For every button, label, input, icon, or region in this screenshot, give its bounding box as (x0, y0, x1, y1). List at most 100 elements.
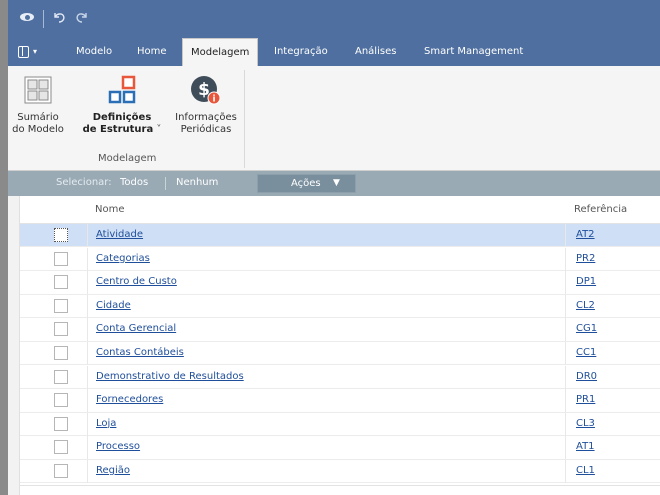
redo-icon[interactable] (74, 9, 90, 28)
app-eye-icon[interactable] (20, 11, 34, 22)
name-link[interactable]: Conta Gerencial (96, 323, 176, 334)
reference-cell: PR2 (565, 247, 660, 271)
select-label: Selecionar: (56, 177, 112, 188)
name-cell: Processo (87, 436, 567, 460)
table-row[interactable]: Fornecedores PR1 (20, 389, 660, 413)
periodic-label-2: Periódicas (180, 124, 232, 135)
name-link[interactable]: Cidade (96, 300, 131, 311)
tab-integracao[interactable]: Integração (274, 38, 328, 66)
reference-cell: CL1 (565, 460, 660, 483)
reference-link[interactable]: DP1 (576, 276, 596, 287)
title-bar (8, 0, 660, 38)
name-link[interactable]: Fornecedores (96, 394, 163, 405)
selection-toolbar: Selecionar: Todos Nenhum Ações ▼ (8, 171, 660, 196)
reference-link[interactable]: CL1 (576, 465, 595, 476)
row-checkbox[interactable] (54, 298, 68, 313)
name-link[interactable]: Centro de Custo (96, 276, 177, 287)
table-row[interactable]: Demonstrativo de Resultados DR0 (20, 365, 660, 389)
select-all-link[interactable]: Todos (120, 177, 148, 188)
grid-bottom-border (20, 485, 660, 486)
structure-definitions-button[interactable]: Definições de Estrutura ˅ (74, 66, 170, 136)
name-cell: Categorias (87, 247, 567, 271)
periodic-info-button[interactable]: $ i Informações Periódicas (170, 66, 242, 136)
summary-label-1: Sumário (17, 112, 59, 123)
name-link[interactable]: Categorias (96, 253, 150, 264)
ribbon-group-divider (244, 70, 245, 168)
periodic-label-1: Informações (175, 112, 237, 123)
reference-link[interactable]: CL3 (576, 418, 595, 429)
reference-cell: CC1 (565, 342, 660, 365)
row-checkbox[interactable] (54, 440, 68, 455)
tab-home[interactable]: Home (137, 38, 167, 66)
ribbon-tab-bar: ▾ Modelo Home Modelagem Integração Análi… (8, 38, 660, 66)
table-row[interactable]: Cidade CL2 (20, 294, 660, 319)
structure-label-2: de Estrutura ˅ (82, 124, 162, 135)
reference-cell: CL3 (565, 412, 660, 436)
name-cell: Atividade (87, 224, 567, 247)
tab-modelagem[interactable]: Modelagem (182, 38, 259, 66)
summary-model-button[interactable]: Sumário do Modelo (8, 66, 68, 136)
name-link[interactable]: Loja (96, 418, 116, 429)
table-row[interactable]: Categorias PR2 (20, 247, 660, 271)
tab-analises[interactable]: Análises (355, 38, 396, 66)
reference-cell: CG1 (565, 318, 660, 342)
grid-gutter (8, 196, 20, 495)
table-row[interactable]: Conta Gerencial CG1 (20, 318, 660, 342)
select-none-link[interactable]: Nenhum (176, 177, 218, 188)
reference-link[interactable]: PR2 (576, 253, 595, 264)
actions-label: Ações (291, 178, 321, 189)
name-cell: Cidade (87, 294, 567, 318)
row-checkbox[interactable] (54, 228, 68, 242)
name-link[interactable]: Região (96, 465, 130, 476)
summary-label-2: do Modelo (12, 124, 64, 135)
reference-cell: PR1 (565, 389, 660, 413)
reference-link[interactable]: DR0 (576, 371, 597, 382)
structure-label-1: Definições (92, 112, 152, 123)
reference-cell: CL2 (565, 294, 660, 318)
chevron-down-icon: ▾ (33, 47, 38, 56)
table-row[interactable]: Centro de Custo DP1 (20, 271, 660, 295)
table-row[interactable]: Atividade AT2 (20, 224, 660, 248)
summary-grid-icon (24, 76, 52, 104)
table-row[interactable]: Contas Contábeis CC1 (20, 342, 660, 366)
row-checkbox[interactable] (54, 275, 68, 290)
reference-link[interactable]: AT2 (576, 229, 595, 240)
reference-cell: DP1 (565, 271, 660, 295)
reference-link[interactable]: CC1 (576, 347, 596, 358)
tab-smart-management[interactable]: Smart Management (424, 38, 523, 66)
reference-link[interactable]: AT1 (576, 441, 595, 452)
panel-toggle-button[interactable]: ▾ (18, 46, 40, 59)
name-link[interactable]: Contas Contábeis (96, 347, 184, 358)
tab-modelo[interactable]: Modelo (76, 38, 112, 66)
reference-link[interactable]: PR1 (576, 394, 595, 405)
selection-divider (165, 177, 166, 190)
ribbon-group-label: Modelagem (98, 153, 157, 164)
row-checkbox[interactable] (54, 369, 68, 384)
app-window: ▾ Modelo Home Modelagem Integração Análi… (8, 0, 660, 495)
name-link[interactable]: Processo (96, 441, 140, 452)
column-header-name[interactable]: Nome (95, 196, 125, 223)
column-header-reference[interactable]: Referência (574, 196, 627, 223)
structure-grid: Nome Referência Atividade AT2 Categorias PR… (8, 196, 660, 495)
table-row[interactable]: Processo AT1 (20, 436, 660, 460)
row-checkbox[interactable] (54, 416, 68, 431)
row-checkbox[interactable] (54, 393, 68, 408)
table-row[interactable]: Loja CL3 (20, 412, 660, 437)
reference-cell: AT1 (565, 436, 660, 460)
reference-cell: AT2 (565, 224, 660, 247)
table-row[interactable]: Região CL1 (20, 460, 660, 484)
name-cell: Conta Gerencial (87, 318, 567, 342)
name-link[interactable]: Atividade (96, 229, 143, 240)
row-checkbox[interactable] (54, 346, 68, 360)
row-checkbox[interactable] (54, 251, 68, 266)
actions-dropdown[interactable]: Ações ▼ (257, 174, 356, 193)
row-checkbox[interactable] (54, 464, 68, 478)
name-cell: Contas Contábeis (87, 342, 567, 365)
name-link[interactable]: Demonstrativo de Resultados (96, 371, 244, 382)
undo-icon[interactable] (51, 9, 67, 28)
panel-icon (18, 46, 29, 58)
reference-link[interactable]: CL2 (576, 300, 595, 311)
caret-down-icon: ▼ (333, 178, 340, 188)
reference-link[interactable]: CG1 (576, 323, 597, 334)
row-checkbox[interactable] (54, 322, 68, 337)
